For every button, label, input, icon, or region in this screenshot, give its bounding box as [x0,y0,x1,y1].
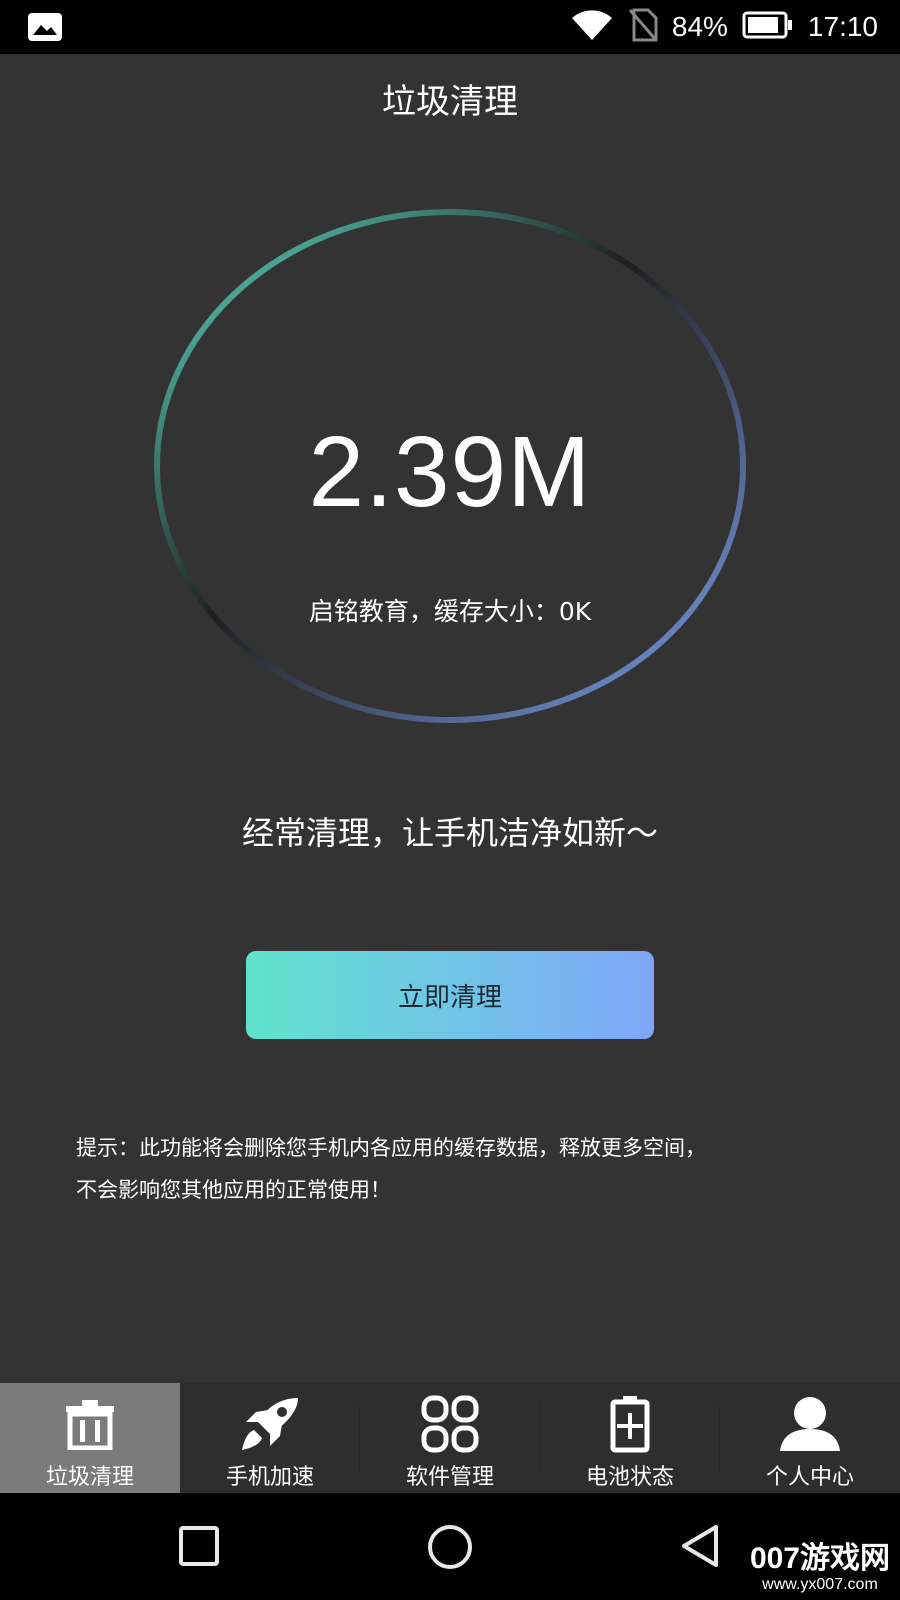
clock: 17:10 [807,11,878,42]
battery-percent: 84% [671,11,728,42]
home-icon[interactable] [426,1523,474,1575]
battery-plus-icon [610,1394,650,1454]
tab-personal-center[interactable]: 个人中心 [720,1383,900,1493]
recents-icon[interactable] [178,1525,220,1571]
page-title: 垃圾清理 [382,82,518,122]
wifi-icon [570,8,614,46]
status-bar: 84% 17:10 [0,0,900,54]
clean-now-button[interactable]: 立即清理 [246,951,654,1039]
tab-label: 软件管理 [405,1465,494,1490]
site-watermark: 007游戏网 www.yx007.com [750,1542,890,1594]
junk-size-value: 2.39M [308,416,592,528]
tip-text: 提示：此功能将会删除您手机内各应用的缓存数据，释放更多空间， 不会影响您其他应用… [76,1127,836,1211]
apps-grid-icon [421,1394,479,1454]
bottom-tab-bar: 垃圾清理 手机加速 软件管理 电池状态 个人中心 [0,1383,900,1493]
back-icon[interactable] [678,1523,722,1573]
user-icon [778,1394,842,1454]
tab-junk-clean[interactable]: 垃圾清理 [0,1383,180,1493]
tab-label: 电池状态 [585,1465,674,1490]
tab-label: 手机加速 [225,1465,314,1490]
watermark-line-2: www.yx007.com [762,1576,878,1593]
watermark-line-1: 007游戏网 [749,1542,890,1575]
trash-icon [64,1394,116,1454]
slogan-text: 经常清理，让手机洁净如新～ [241,814,658,852]
rocket-icon [240,1394,300,1454]
battery-icon [742,11,794,43]
tab-label: 垃圾清理 [45,1465,134,1490]
tab-battery-status[interactable]: 电池状态 [540,1383,720,1493]
tab-phone-boost[interactable]: 手机加速 [180,1383,360,1493]
no-sim-icon [628,8,658,46]
tab-app-manage[interactable]: 软件管理 [360,1383,540,1493]
tip-line-2: 不会影响您其他应用的正常使用！ [76,1178,391,1202]
image-notification-icon [28,13,62,45]
cache-info: 启铭教育，缓存大小：0K [308,597,592,626]
system-nav-bar: 007游戏网 www.yx007.com [0,1493,900,1600]
tab-label: 个人中心 [765,1465,854,1490]
tip-line-1: 提示：此功能将会删除您手机内各应用的缓存数据，释放更多空间， [76,1136,706,1160]
